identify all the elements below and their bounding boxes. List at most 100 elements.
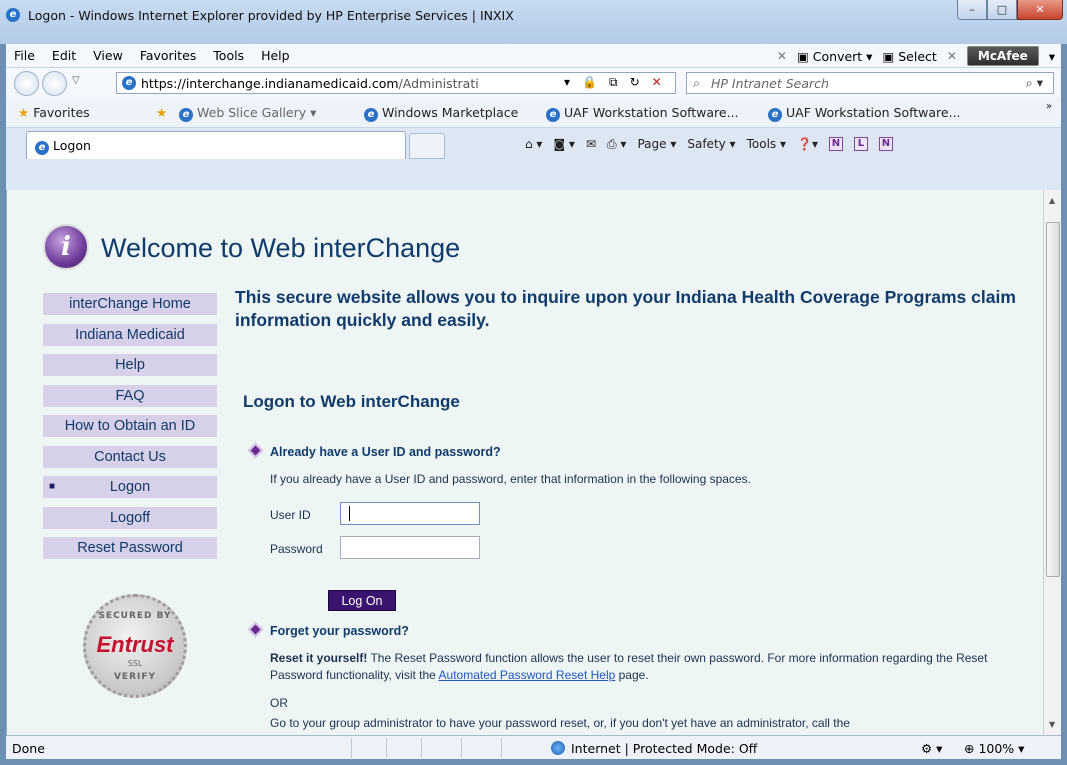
favorites-bar: ★ Favorites ★ e Web Slice Gallery ▾ e Wind… <box>6 98 1061 128</box>
nav-logon[interactable]: ■ Logon <box>43 476 217 498</box>
active-marker: ■ <box>49 481 56 492</box>
nav-reset-password[interactable]: Reset Password <box>43 537 217 559</box>
fav-web-slice-gallery[interactable]: e Web Slice Gallery ▾ <box>179 105 316 122</box>
vertical-scrollbar[interactable]: ▲ ▼ <box>1043 190 1061 735</box>
url-path: /Administrati <box>398 76 479 91</box>
zoom-control[interactable]: ⊕ 100% ▾ <box>964 741 1024 756</box>
new-tab-button[interactable] <box>409 133 445 159</box>
favorites-label: Favorites <box>33 105 90 120</box>
nav-interchange-home[interactable]: interChange Home <box>43 293 217 315</box>
nav-indiana-medicaid[interactable]: Indiana Medicaid <box>43 323 217 346</box>
diamond-bullet-icon <box>247 442 264 459</box>
home-icon[interactable]: ⌂ ▾ <box>525 137 542 152</box>
close-button[interactable]: ✕ <box>1017 0 1063 20</box>
maximize-button[interactable]: □ <box>987 0 1017 20</box>
address-dropdown-icon[interactable]: ▾ <box>564 75 570 90</box>
convert-label: Convert <box>812 48 863 64</box>
menu-edit[interactable]: Edit <box>52 48 76 63</box>
tools-menu[interactable]: Tools ▾ <box>747 137 786 152</box>
refresh-icon[interactable]: ↻ <box>630 75 640 90</box>
page-menu[interactable]: Page ▾ <box>637 137 676 152</box>
safety-menu[interactable]: Safety ▾ <box>687 137 735 152</box>
q2-label: Forget your password? <box>270 624 409 638</box>
password-input[interactable] <box>340 536 480 559</box>
password-label: Password <box>270 542 323 556</box>
scroll-down-icon[interactable]: ▼ <box>1049 720 1055 729</box>
status-divider <box>351 738 352 758</box>
nav-help[interactable]: Help <box>43 354 217 376</box>
nav-contact-us[interactable]: Contact Us <box>43 445 217 468</box>
mail-icon[interactable]: ✉ <box>586 137 596 152</box>
or-separator: OR <box>270 696 288 710</box>
logon-heading: Logon to Web interChange <box>243 392 460 411</box>
tab-logon[interactable]: e Logon <box>26 131 406 159</box>
command-bar: ⌂ ▾ ◙ ▾ ✉ ⎙ ▾ Page ▾ Safety ▾ Tools ▾ ❓▾… <box>525 137 893 152</box>
menu-file[interactable]: File <box>14 48 35 63</box>
search-go-icon[interactable]: ⌕ ▾ <box>1026 75 1043 91</box>
fav-label-0: Web Slice Gallery ▾ <box>197 105 317 120</box>
nav-how-to-obtain-id[interactable]: How to Obtain an ID <box>43 415 217 437</box>
fav-uaf-workstation-2[interactable]: e UAF Workstation Software... <box>768 105 961 122</box>
admin-instructions: Go to your group administrator to have y… <box>270 716 850 730</box>
tab-page-icon: e <box>35 141 49 155</box>
fav-windows-marketplace[interactable]: e Windows Marketplace <box>364 105 518 122</box>
help-icon[interactable]: ❓▾ <box>797 137 818 152</box>
nav-faq[interactable]: FAQ <box>43 384 217 407</box>
userid-input[interactable] <box>340 502 480 525</box>
status-divider-5 <box>501 738 502 758</box>
compatibility-icon[interactable]: ⧉ <box>609 75 618 90</box>
lync-icon[interactable]: L <box>853 137 868 151</box>
menu-tools[interactable]: Tools <box>213 48 244 63</box>
select-button[interactable]: ▣ Select <box>882 49 936 64</box>
logon-instructions: If you already have a User ID and passwo… <box>270 472 751 486</box>
status-text: Done <box>12 741 45 756</box>
address-bar-row: ▽ e https://interchange.indianamedicaid.… <box>6 68 1061 98</box>
protected-mode-icon[interactable]: ⚙ ▾ <box>921 741 942 756</box>
menu-view[interactable]: View <box>93 48 123 63</box>
fav-uaf-workstation-1[interactable]: e UAF Workstation Software... <box>546 105 739 122</box>
scroll-up-icon[interactable]: ▲ <box>1049 196 1055 205</box>
onenote-icon[interactable]: N <box>828 137 843 151</box>
toolbar-dropdown-icon[interactable]: ▾ <box>1049 49 1055 64</box>
reset-text-tail: page. <box>615 668 649 682</box>
status-divider-4 <box>461 738 462 758</box>
favorites-button[interactable]: ★ Favorites <box>18 105 90 120</box>
back-button[interactable] <box>14 71 39 96</box>
left-nav: interChange Home Indiana Medicaid Help F… <box>43 293 217 568</box>
history-dropdown-icon[interactable]: ▽ <box>72 75 80 86</box>
forward-button[interactable] <box>42 71 67 96</box>
print-icon[interactable]: ⎙ ▾ <box>607 137 626 152</box>
convert-button[interactable]: ▣ Convert ▾ <box>797 49 872 64</box>
onenote-icon-2[interactable]: N <box>878 137 893 151</box>
nav-logoff[interactable]: Logoff <box>43 506 217 529</box>
search-icon: ⌕ <box>693 75 701 90</box>
favbar-overflow-icon[interactable]: » <box>1046 101 1052 112</box>
security-zone[interactable]: Internet | Protected Mode: Off <box>551 741 757 756</box>
url-domain: interchange.indianamedicaid.com <box>185 76 399 91</box>
close-toolbar-icon-2[interactable]: ✕ <box>947 49 957 63</box>
window-titlebar: e Logon - Windows Internet Explorer prov… <box>0 0 1067 44</box>
scroll-thumb[interactable] <box>1046 222 1060 577</box>
log-on-button[interactable]: Log On <box>328 590 396 611</box>
menu-favorites[interactable]: Favorites <box>140 48 196 63</box>
fav-label-2: UAF Workstation Software... <box>564 105 739 120</box>
seal-ssl: SSL <box>127 659 143 668</box>
mcafee-button[interactable]: McAfee <box>966 46 1039 66</box>
url-prefix: https:// <box>141 76 186 91</box>
zoom-level: 100% <box>978 741 1015 756</box>
status-divider-3 <box>421 738 422 758</box>
menu-help[interactable]: Help <box>261 48 290 63</box>
page-viewport: i Welcome to Web interChange interChange… <box>6 190 1043 735</box>
close-toolbar-icon[interactable]: ✕ <box>777 49 787 63</box>
entrust-ssl-seal[interactable]: SECURED BY Entrust SSL VERIFY <box>83 594 187 698</box>
feeds-icon[interactable]: ◙ ▾ <box>553 137 574 152</box>
interchange-logo: i <box>43 224 89 270</box>
stop-icon[interactable]: ✕ <box>652 75 662 90</box>
add-favorite-icon[interactable]: ★ <box>156 105 167 120</box>
search-input[interactable]: ⌕ HP Intranet Search ⌕ ▾ <box>686 72 1054 94</box>
fav-label-1: Windows Marketplace <box>382 105 519 120</box>
lock-icon[interactable]: 🔒 <box>582 75 597 90</box>
minimize-button[interactable]: – <box>957 0 987 20</box>
status-divider-2 <box>386 738 387 758</box>
password-reset-help-link[interactable]: Automated Password Reset Help <box>439 668 616 682</box>
